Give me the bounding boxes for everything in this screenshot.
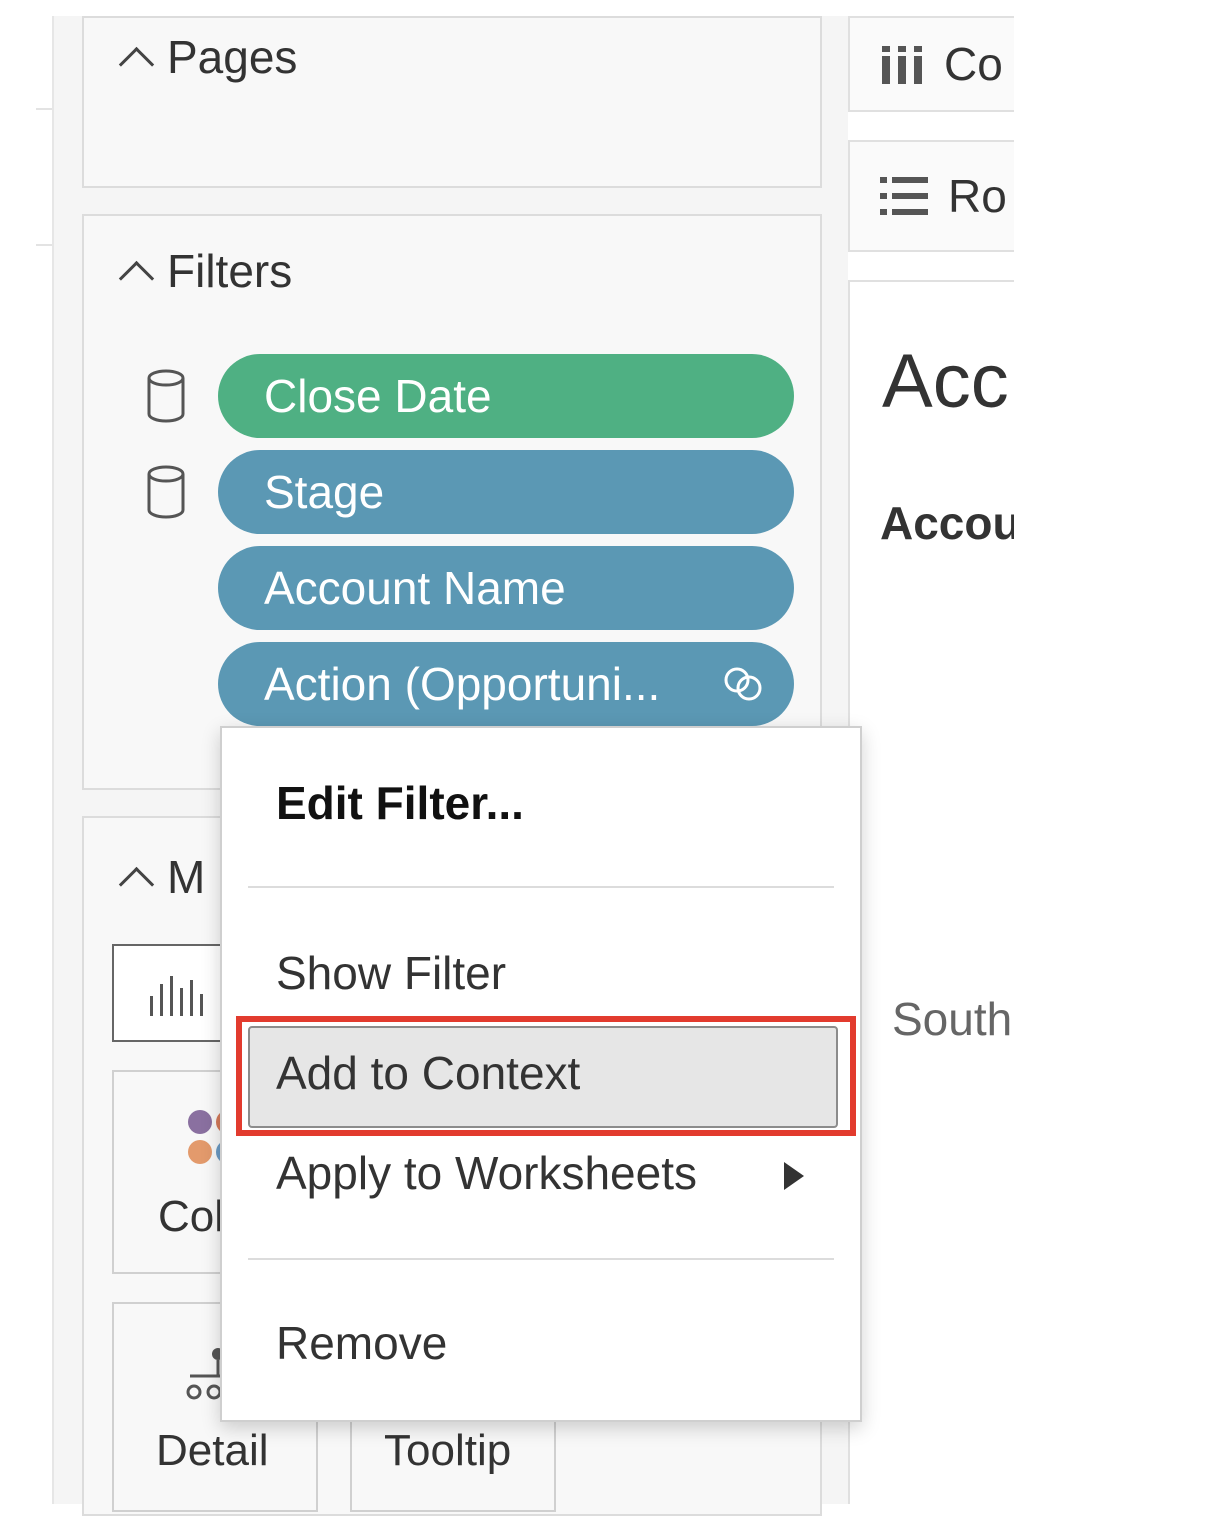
filter-pill-label: Account Name xyxy=(264,562,566,614)
filter-pill-account-name[interactable]: Account Name xyxy=(218,546,794,630)
filters-card-header[interactable]: Filters xyxy=(118,244,293,298)
filter-pill-stage[interactable]: Stage xyxy=(218,450,794,534)
filter-pill-label: Action (Opportuni... xyxy=(264,658,661,710)
table-cell: South xyxy=(892,993,1013,1045)
pages-card-title: Pages xyxy=(167,31,298,83)
filters-card-title: Filters xyxy=(167,245,293,297)
menu-item-show-filter[interactable]: Show Filter xyxy=(276,946,506,1000)
rows-shelf[interactable]: Ro xyxy=(848,140,1014,252)
database-icon xyxy=(147,369,185,423)
rows-icon xyxy=(880,177,928,215)
database-icon xyxy=(147,465,185,519)
sheet-title: Acc xyxy=(882,339,1009,424)
worksheet-view[interactable]: Acc Accou South xyxy=(848,280,1014,1504)
columns-shelf-label: Co xyxy=(944,38,1003,90)
menu-item-edit-filter[interactable]: Edit Filter... xyxy=(276,776,524,830)
linked-rings-icon xyxy=(724,667,762,701)
rows-shelf-label: Ro xyxy=(948,170,1007,222)
caret-up-icon xyxy=(118,46,155,82)
highlight-annotation-box xyxy=(236,1016,856,1136)
pages-card[interactable]: Pages xyxy=(82,16,822,188)
marks-card-header[interactable]: M xyxy=(118,850,206,904)
left-edge-panel xyxy=(0,16,54,1504)
menu-separator xyxy=(248,886,834,888)
filter-pill-label: Stage xyxy=(264,466,385,518)
filter-pill-label: Close Date xyxy=(264,370,492,422)
bar-chart-icon xyxy=(150,976,203,1016)
pages-card-header[interactable]: Pages xyxy=(118,30,298,84)
submenu-arrow-icon xyxy=(784,1162,804,1190)
marks-tile-label: Detail xyxy=(156,1426,269,1475)
menu-item-remove[interactable]: Remove xyxy=(276,1316,447,1370)
columns-shelf[interactable]: Co xyxy=(848,16,1014,112)
filter-pill-close-date[interactable]: Close Date xyxy=(218,354,794,438)
marks-tile-label: Tooltip xyxy=(384,1426,512,1475)
filter-pill-action[interactable]: Action (Opportuni... xyxy=(218,642,794,726)
marks-tile-label: Col xyxy=(158,1192,225,1241)
caret-up-icon xyxy=(118,260,155,296)
menu-separator xyxy=(248,1258,834,1260)
caret-up-icon xyxy=(118,866,155,902)
table-header: Accou xyxy=(880,497,1014,549)
marks-card-title: M xyxy=(167,851,206,903)
menu-item-apply-to-worksheets[interactable]: Apply to Worksheets xyxy=(276,1146,697,1200)
columns-icon xyxy=(882,46,922,84)
